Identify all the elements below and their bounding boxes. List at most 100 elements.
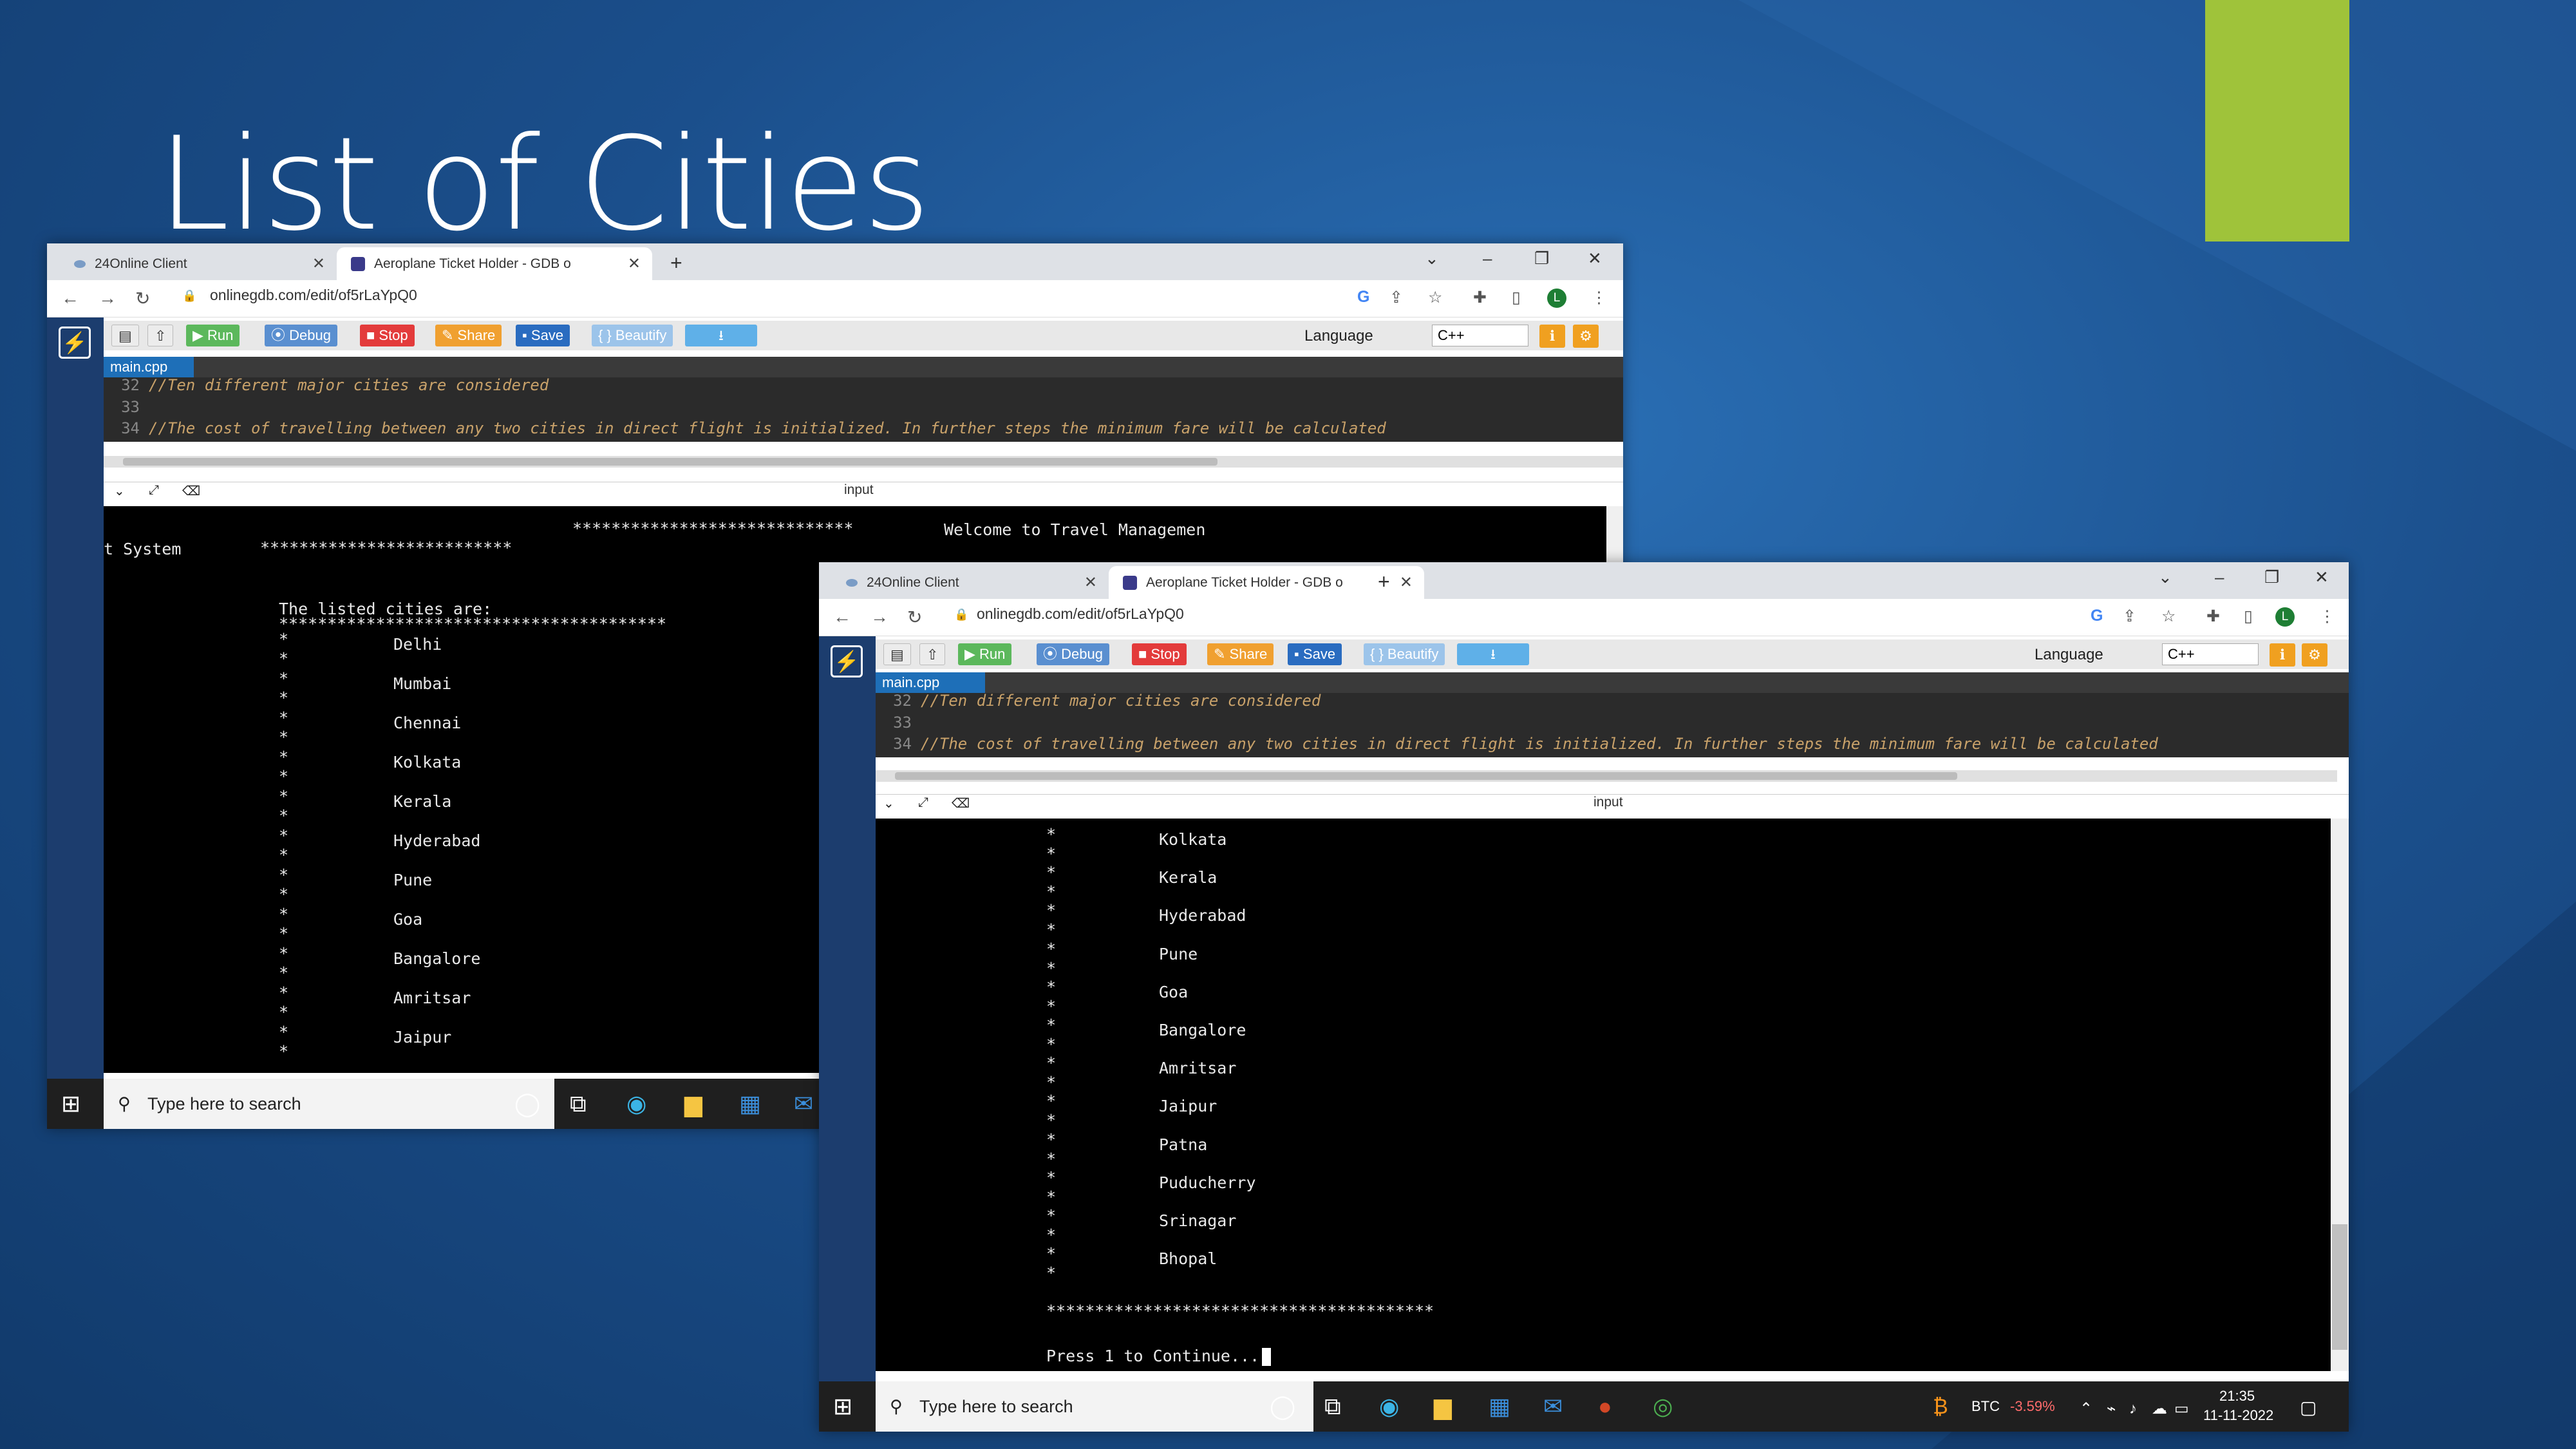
restore-icon[interactable]: ❐ [2264,567,2279,587]
new-tab-icon[interactable]: + [670,251,682,275]
back-icon[interactable]: ← [833,607,851,627]
task-view-icon[interactable]: ⧉ [570,1092,587,1116]
cortana-icon[interactable]: ◯ [1270,1394,1295,1419]
beautify-button[interactable]: { } Beautify [592,325,673,346]
reload-icon[interactable]: ↻ [135,288,150,309]
tray-chevron-icon[interactable]: ⌃ [2080,1397,2092,1421]
powerpoint-icon[interactable]: ● [1598,1394,1612,1419]
url-field[interactable]: onlinegdb.com/edit/of5rLaYpQ0 [977,605,1184,623]
file-tab-main[interactable]: main.cpp [876,672,985,693]
extensions-icon[interactable]: ✚ [1473,288,1487,307]
editor-hscrollbar[interactable] [876,770,2337,782]
scroll-thumb[interactable] [123,458,1217,466]
google-icon[interactable]: G [1357,288,1369,307]
close-window-icon[interactable]: ✕ [1588,249,1602,269]
upload-icon[interactable]: ⇧ [919,643,946,665]
debug-button[interactable]: ⦿ Debug [1037,643,1109,665]
beautify-button[interactable]: { } Beautify [1364,643,1445,665]
tab-search-icon[interactable]: ⌄ [2158,567,2172,587]
run-button[interactable]: ▶ Run [186,325,240,346]
windows-start-icon[interactable]: ⊞ [61,1092,80,1116]
google-icon[interactable]: G [2091,607,2103,625]
notifications-icon[interactable]: ▢ [2300,1396,2317,1420]
mail-icon[interactable]: ✉ [1543,1394,1563,1419]
network-icon[interactable]: ⌁ [2107,1397,2116,1421]
minimize-icon[interactable]: – [2215,567,2224,587]
clock-date[interactable]: 11-11-2022 [2203,1407,2273,1424]
download-icon[interactable]: ⭳ [685,325,757,346]
new-tab-icon[interactable]: + [1378,570,1390,594]
language-select[interactable]: C++ [1432,325,1528,346]
clear-icon[interactable]: ⌫ [182,483,200,499]
edge-icon[interactable]: ◉ [1379,1394,1399,1419]
battery-icon[interactable]: ▭ [2174,1397,2189,1421]
star-icon[interactable]: ☆ [2161,607,2176,626]
mail-icon[interactable]: ✉ [794,1092,813,1116]
close-window-icon[interactable]: ✕ [2315,567,2329,587]
cortana-icon[interactable]: ◯ [514,1092,540,1116]
extensions-icon[interactable]: ✚ [2206,607,2220,626]
windows-start-icon[interactable]: ⊞ [833,1394,852,1419]
info-icon[interactable]: ℹ [1539,325,1565,348]
file-explorer-icon[interactable]: ▆ [684,1092,702,1116]
menu-icon[interactable]: ⋮ [2319,607,2335,626]
forward-icon[interactable]: → [870,607,888,627]
tab-24online[interactable]: 24Online Client ✕ [60,247,337,280]
close-icon[interactable]: ✕ [628,254,641,273]
taskbar-search[interactable]: ⚲ Type here to search [876,1381,1313,1432]
settings-icon[interactable]: ⚙ [2302,643,2327,667]
forward-icon[interactable]: → [99,288,117,308]
close-icon[interactable]: ✕ [1084,573,1097,592]
expand-icon[interactable]: ⤢ [149,483,159,498]
download-icon[interactable]: ⭳ [1457,643,1529,665]
tab-search-icon[interactable]: ⌄ [1425,249,1439,269]
task-view-icon[interactable]: ⧉ [1324,1394,1341,1419]
sidebar-icon[interactable]: ▯ [1512,288,1521,307]
avatar[interactable]: L [2275,607,2295,627]
edge-icon[interactable]: ◉ [626,1092,646,1116]
file-explorer-icon[interactable]: ▆ [1434,1394,1452,1419]
restore-icon[interactable]: ❐ [1534,249,1549,269]
cloud-icon[interactable]: ☁ [2152,1397,2167,1421]
close-icon[interactable]: ✕ [1400,573,1413,592]
back-icon[interactable]: ← [61,288,79,308]
minimize-icon[interactable]: – [1483,249,1492,269]
stop-button[interactable]: ■ Stop [1132,643,1187,665]
upload-icon[interactable]: ⇧ [147,325,174,346]
tab-gdb[interactable]: Aeroplane Ticket Holder - GDB o ✕ [1109,566,1424,599]
console-output[interactable]: * * Kolkata * * Kerala * * Hyderabad * * Pune * * Goa *… [876,819,2349,1371]
share-button[interactable]: ✎ Share [435,325,502,346]
settings-icon[interactable]: ⚙ [1573,325,1599,348]
sidebar-icon[interactable]: ▯ [2244,607,2253,626]
run-button[interactable]: ▶ Run [958,643,1012,665]
url-field[interactable]: onlinegdb.com/edit/of5rLaYpQ0 [210,287,417,304]
chrome-icon[interactable]: ◎ [1653,1394,1673,1419]
editor-hscrollbar[interactable] [104,456,1623,468]
info-icon[interactable]: ℹ [2270,643,2295,667]
scroll-thumb[interactable] [895,772,1957,780]
debug-button[interactable]: ⦿ Debug [265,325,337,346]
new-file-icon[interactable]: ▤ [883,643,911,665]
store-icon[interactable]: ▦ [739,1092,761,1116]
tab-24online[interactable]: 24Online Client ✕ [832,566,1109,599]
share-icon[interactable]: ⇪ [2123,607,2136,626]
clear-icon[interactable]: ⌫ [952,795,970,811]
volume-icon[interactable]: ♪ [2129,1397,2137,1421]
store-icon[interactable]: ▦ [1489,1394,1510,1419]
save-button[interactable]: ▪ Save [516,325,570,346]
collapse-icon[interactable]: ⌄ [114,483,125,499]
new-file-icon[interactable]: ▤ [111,325,139,346]
code-editor[interactable]: 32 //Ten different major cities are consi… [104,377,1623,442]
star-icon[interactable]: ☆ [1428,288,1442,307]
code-editor[interactable]: 32 //Ten different major cities are consi… [876,693,2349,757]
avatar[interactable]: L [1547,289,1566,308]
scroll-thumb[interactable] [2332,1224,2347,1350]
save-button[interactable]: ▪ Save [1288,643,1342,665]
bolt-icon[interactable]: ⚡ [59,327,91,359]
menu-icon[interactable]: ⋮ [1591,288,1607,307]
stop-button[interactable]: ■ Stop [360,325,415,346]
close-icon[interactable]: ✕ [312,254,325,273]
console-vscrollbar[interactable] [2331,819,2349,1371]
tab-gdb[interactable]: Aeroplane Ticket Holder - GDB o ✕ [337,247,652,280]
reload-icon[interactable]: ↻ [907,607,922,628]
